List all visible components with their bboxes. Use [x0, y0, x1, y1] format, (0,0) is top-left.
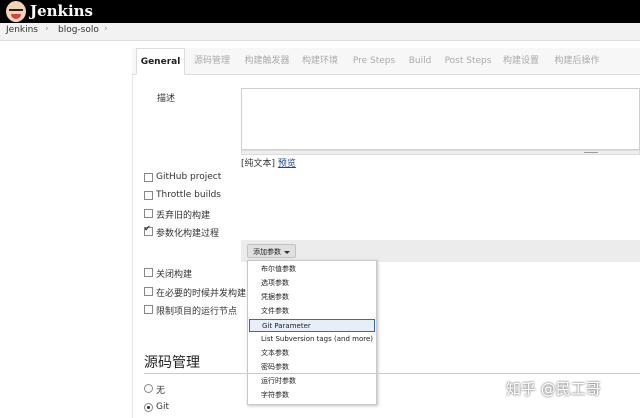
scm-section-title: 源码管理 — [144, 355, 200, 371]
watermark: 知乎 @民工哥 — [506, 380, 601, 398]
description-textarea[interactable] — [241, 88, 640, 150]
tab-post-build[interactable]: 构建后操作 — [551, 48, 603, 73]
add-parameter-menu: 布尔值参数 选项参数 凭据参数 文件参数 Git Parameter List … — [247, 260, 377, 405]
checkbox-label: 关闭构建 — [156, 270, 193, 280]
checkbox-label: 丢弃旧的构建 — [156, 211, 211, 221]
checkbox-label: GitHub project — [156, 172, 222, 182]
radio-label: Git — [156, 402, 170, 412]
parameterized-build-checkbox[interactable] — [144, 224, 153, 236]
chevron-right-icon: › — [45, 24, 49, 34]
breadcrumb: Jenkins › blog-solo › — [0, 23, 640, 41]
breadcrumb-blog-solo[interactable]: blog-solo — [58, 25, 99, 35]
tab-pre-steps[interactable]: Pre Steps — [351, 48, 397, 73]
jenkins-logo-icon[interactable] — [6, 1, 26, 22]
add-parameter-label: 添加参数 — [253, 248, 281, 256]
throttle-builds-checkbox[interactable] — [144, 191, 153, 200]
checkbox-label: 参数化构建过程 — [156, 229, 220, 239]
app-title[interactable]: Jenkins — [30, 2, 93, 20]
menu-item[interactable]: 文本参数 — [249, 347, 375, 360]
menu-item[interactable]: 字符参数 — [249, 389, 375, 402]
add-parameter-button[interactable]: 添加参数 — [247, 244, 296, 258]
preview-row: [纯文本] 预览 — [241, 156, 296, 169]
menu-item[interactable]: List Subversion tags (and more) — [249, 333, 375, 346]
discard-old-builds-checkbox[interactable] — [144, 209, 153, 218]
tab-build-settings[interactable]: 构建设置 — [500, 48, 542, 73]
concurrent-builds-checkbox[interactable] — [144, 287, 153, 296]
checkbox-label: 在必要的时候并发构建 — [156, 289, 247, 299]
menu-item[interactable]: 选项参数 — [249, 277, 375, 290]
checkbox-label: Throttle builds — [156, 190, 221, 200]
top-header: Jenkins — [0, 0, 640, 23]
radio-label: 无 — [156, 386, 166, 396]
tab-scm[interactable]: 源码管理 — [189, 48, 235, 73]
caret-down-icon — [284, 250, 290, 254]
tab-bar: General 源码管理 构建触发器 构建环境 Pre Steps Build … — [132, 48, 640, 75]
tab-build[interactable]: Build — [404, 48, 436, 73]
scm-git-radio[interactable] — [144, 403, 153, 412]
parameter-area — [241, 240, 640, 262]
menu-item[interactable]: 凭据参数 — [249, 291, 375, 304]
tab-triggers[interactable]: 构建触发器 — [242, 48, 292, 73]
section-divider — [144, 373, 640, 374]
menu-item[interactable]: 文件参数 — [249, 305, 375, 318]
restrict-node-checkbox[interactable] — [144, 305, 153, 314]
menu-item[interactable]: 运行时参数 — [249, 375, 375, 388]
github-project-checkbox[interactable] — [144, 173, 153, 182]
chevron-right-icon: › — [104, 24, 108, 34]
tab-general[interactable]: General — [136, 48, 185, 75]
resize-grip[interactable] — [241, 150, 640, 155]
disable-build-checkbox[interactable] — [144, 268, 153, 277]
plain-text-label: [纯文本] — [241, 159, 276, 169]
tab-build-env[interactable]: 构建环境 — [299, 48, 341, 73]
menu-item[interactable]: 布尔值参数 — [249, 263, 375, 276]
description-label: 描述 — [157, 94, 176, 104]
preview-link[interactable]: 预览 — [278, 159, 296, 169]
checkbox-label: 限制项目的运行节点 — [156, 307, 238, 317]
scm-none-radio[interactable] — [144, 384, 153, 393]
menu-item-git-parameter[interactable]: Git Parameter — [249, 319, 375, 332]
tab-post-steps[interactable]: Post Steps — [443, 48, 493, 73]
breadcrumb-jenkins[interactable]: Jenkins — [6, 25, 38, 35]
